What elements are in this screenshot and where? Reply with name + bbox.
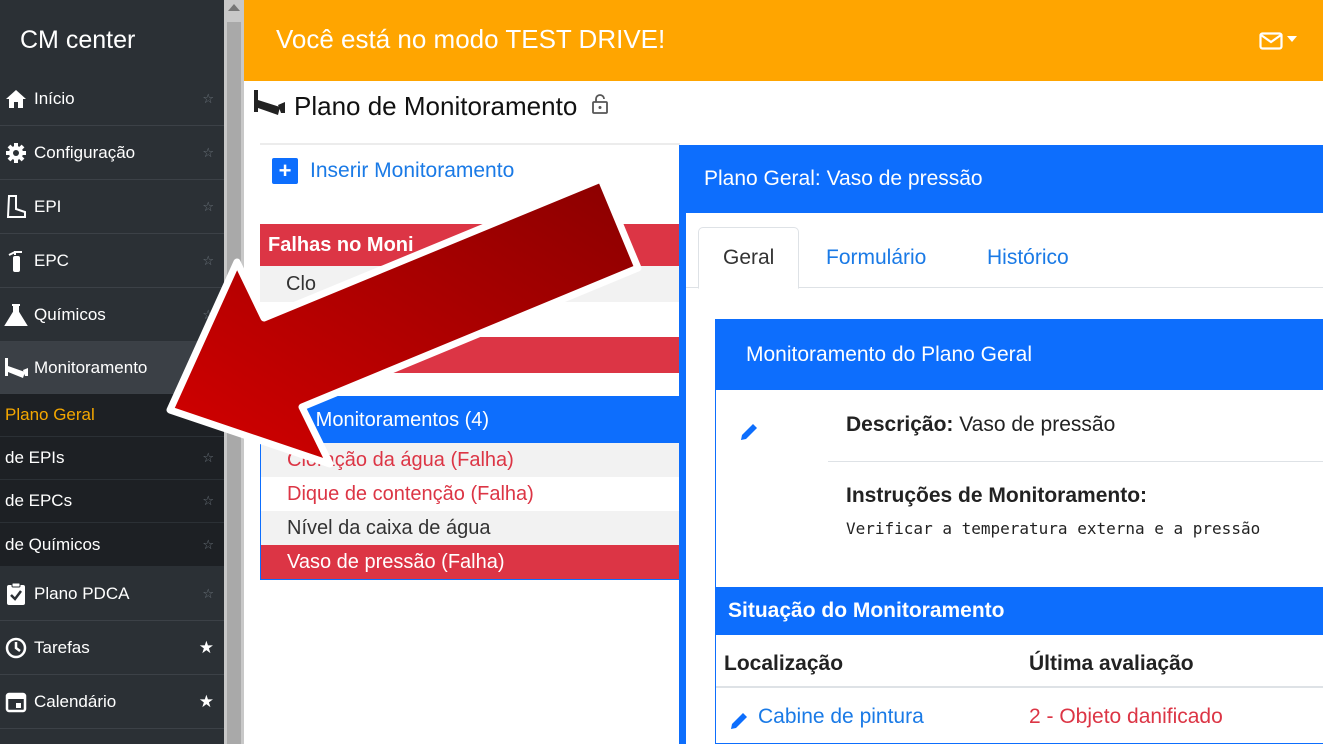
star-icon[interactable]: ☆ bbox=[202, 253, 214, 269]
monitoring-item[interactable]: Cloração da água (Falha) bbox=[261, 443, 679, 477]
description: Descrição: Vaso de pressão bbox=[846, 413, 1115, 437]
sidebar-item-inicio[interactable]: Início ☆ bbox=[0, 72, 224, 126]
card-title: Monitoramento do Plano Geral bbox=[716, 320, 1323, 390]
subitem-de-epcs[interactable]: de EPCs ☆ bbox=[0, 480, 224, 523]
gear-icon bbox=[3, 140, 29, 166]
situation-title: Situação do Monitoramento bbox=[716, 587, 1323, 635]
sidebar: CM center Início ☆ Configuração ☆ EPI ☆ … bbox=[0, 0, 224, 744]
camera-icon bbox=[252, 88, 286, 125]
instructions-text: Verificar a temperatura externa e a pres… bbox=[846, 519, 1261, 538]
failures-title: Falhas no Moni bbox=[260, 224, 680, 266]
description-value: Vaso de pressão bbox=[953, 413, 1116, 436]
monitoring-card: Monitoramento do Plano Geral Descrição: … bbox=[715, 319, 1323, 744]
sidebar-item-label: Químicos bbox=[34, 304, 106, 324]
sidebar-item-label: Início bbox=[34, 88, 75, 108]
boot-icon bbox=[3, 194, 29, 220]
subitem-label: de EPIs bbox=[5, 448, 65, 467]
tab-bar: Geral Formulário Histórico bbox=[686, 213, 1323, 289]
monitorings-title: os Monitoramentos (4) bbox=[261, 397, 679, 443]
detail-body: Geral Formulário Histórico Monitoramento… bbox=[686, 213, 1323, 744]
scrollbar[interactable] bbox=[224, 0, 244, 744]
divider bbox=[716, 686, 1323, 688]
scroll-up-icon[interactable] bbox=[228, 4, 240, 11]
column-header-location: Localização bbox=[724, 652, 844, 675]
mail-icon[interactable] bbox=[1259, 32, 1283, 55]
sidebar-item-label: EPC bbox=[34, 250, 69, 270]
failures-panel: Falhas no Moni Clo bbox=[260, 224, 680, 302]
sidebar-item-epi[interactable]: EPI ☆ bbox=[0, 180, 224, 234]
tab-historico[interactable]: Histórico bbox=[963, 227, 1093, 288]
page-title-text: Plano de Monitoramento bbox=[294, 90, 578, 121]
sidebar-item-label: Calendário bbox=[34, 691, 117, 711]
monitorings-panel: os Monitoramentos (4) Cloração da água (… bbox=[260, 396, 680, 580]
star-icon[interactable]: ☆ bbox=[202, 493, 214, 509]
brand-title[interactable]: CM center bbox=[0, 0, 224, 80]
sidebar-item-plano-pdca[interactable]: Plano PDCA ☆ bbox=[0, 567, 224, 621]
last-evaluation-value: 2 - Objeto danificado bbox=[1029, 705, 1223, 728]
monitoring-item[interactable]: Nível da caixa de água bbox=[261, 511, 679, 545]
monitoring-item-selected[interactable]: Vaso de pressão (Falha) bbox=[261, 545, 679, 579]
failure-item[interactable]: Clo bbox=[260, 266, 680, 302]
sidebar-item-label: Monitoramento bbox=[34, 357, 148, 377]
sidebar-item-tarefas[interactable]: Tarefas ★ bbox=[0, 621, 224, 675]
subitem-label: Plano Geral bbox=[5, 405, 95, 424]
tab-geral[interactable]: Geral bbox=[698, 227, 800, 289]
detail-title: Plano Geral: Vaso de pressão bbox=[704, 167, 983, 190]
scrollbar-thumb[interactable] bbox=[227, 22, 241, 744]
subitem-label: de Químicos bbox=[5, 534, 101, 554]
chevron-down-icon[interactable] bbox=[1287, 36, 1297, 42]
subitem-de-epis[interactable]: de EPIs ☆ bbox=[0, 437, 224, 480]
home-icon bbox=[3, 86, 29, 112]
description-label: Descrição: bbox=[846, 413, 954, 436]
extinguisher-icon bbox=[3, 248, 29, 274]
monitoring-item[interactable]: Dique de contenção (Falha) bbox=[261, 477, 679, 511]
clock-icon bbox=[3, 635, 29, 661]
sidebar-item-label: EPI bbox=[34, 196, 62, 216]
sidebar-item-label: Plano PDCA bbox=[34, 583, 130, 603]
plus-icon: + bbox=[272, 158, 298, 184]
insert-label: Inserir Monitoramento bbox=[310, 159, 515, 182]
divider bbox=[260, 143, 680, 145]
failure-item-selected[interactable]: são bbox=[260, 337, 680, 373]
divider bbox=[828, 461, 1323, 462]
star-icon[interactable]: ★ bbox=[199, 638, 214, 658]
sidebar-item-label: Configuração bbox=[34, 142, 136, 162]
subitem-plano-geral[interactable]: Plano Geral bbox=[0, 394, 224, 437]
sidebar-item-quimicos[interactable]: Químicos ☆ bbox=[0, 288, 224, 342]
star-icon[interactable]: ☆ bbox=[202, 586, 214, 602]
tab-formulario[interactable]: Formulário bbox=[802, 227, 950, 288]
detail-panel: Plano Geral: Vaso de pressão Geral Formu… bbox=[679, 145, 1323, 744]
location-link[interactable]: Cabine de pintura bbox=[758, 705, 924, 729]
star-icon[interactable]: ★ bbox=[199, 692, 214, 712]
star-icon[interactable]: ☆ bbox=[202, 537, 214, 553]
star-icon[interactable]: ☆ bbox=[202, 145, 214, 161]
sidebar-item-calendario[interactable]: Calendário ★ bbox=[0, 675, 224, 729]
edit-icon[interactable] bbox=[738, 421, 760, 448]
flask-icon bbox=[3, 302, 29, 328]
column-header-last-evaluation: Última avaliação bbox=[1029, 652, 1194, 675]
sidebar-item-monitoramento[interactable]: Monitoramento bbox=[0, 342, 224, 394]
subitem-label: de EPCs bbox=[5, 491, 73, 510]
star-icon[interactable]: ☆ bbox=[202, 450, 214, 466]
edit-icon[interactable] bbox=[728, 710, 750, 737]
instructions-label: Instruções de Monitoramento: bbox=[846, 484, 1148, 507]
insert-monitoring-button[interactable]: + Inserir Monitoramento bbox=[272, 158, 514, 184]
sidebar-item-epc[interactable]: EPC ☆ bbox=[0, 234, 224, 288]
calendar-icon bbox=[3, 689, 29, 715]
failure-item-label: são bbox=[382, 343, 415, 366]
star-icon[interactable]: ☆ bbox=[202, 199, 214, 215]
clipboard-check-icon bbox=[3, 581, 29, 607]
unlock-icon[interactable] bbox=[591, 91, 609, 122]
camera-icon bbox=[3, 355, 29, 381]
subitem-de-quimicos[interactable]: de Químicos ☆ bbox=[0, 523, 224, 567]
test-drive-banner: Você está no modo TEST DRIVE! bbox=[244, 0, 1323, 81]
star-icon[interactable]: ☆ bbox=[202, 91, 214, 107]
page-title: Plano de Monitoramento bbox=[252, 86, 609, 126]
sidebar-item-configuracao[interactable]: Configuração ☆ bbox=[0, 126, 224, 180]
banner-message: Você está no modo TEST DRIVE! bbox=[276, 24, 666, 54]
star-icon[interactable]: ☆ bbox=[202, 307, 214, 323]
sidebar-item-label: Tarefas bbox=[34, 637, 90, 657]
